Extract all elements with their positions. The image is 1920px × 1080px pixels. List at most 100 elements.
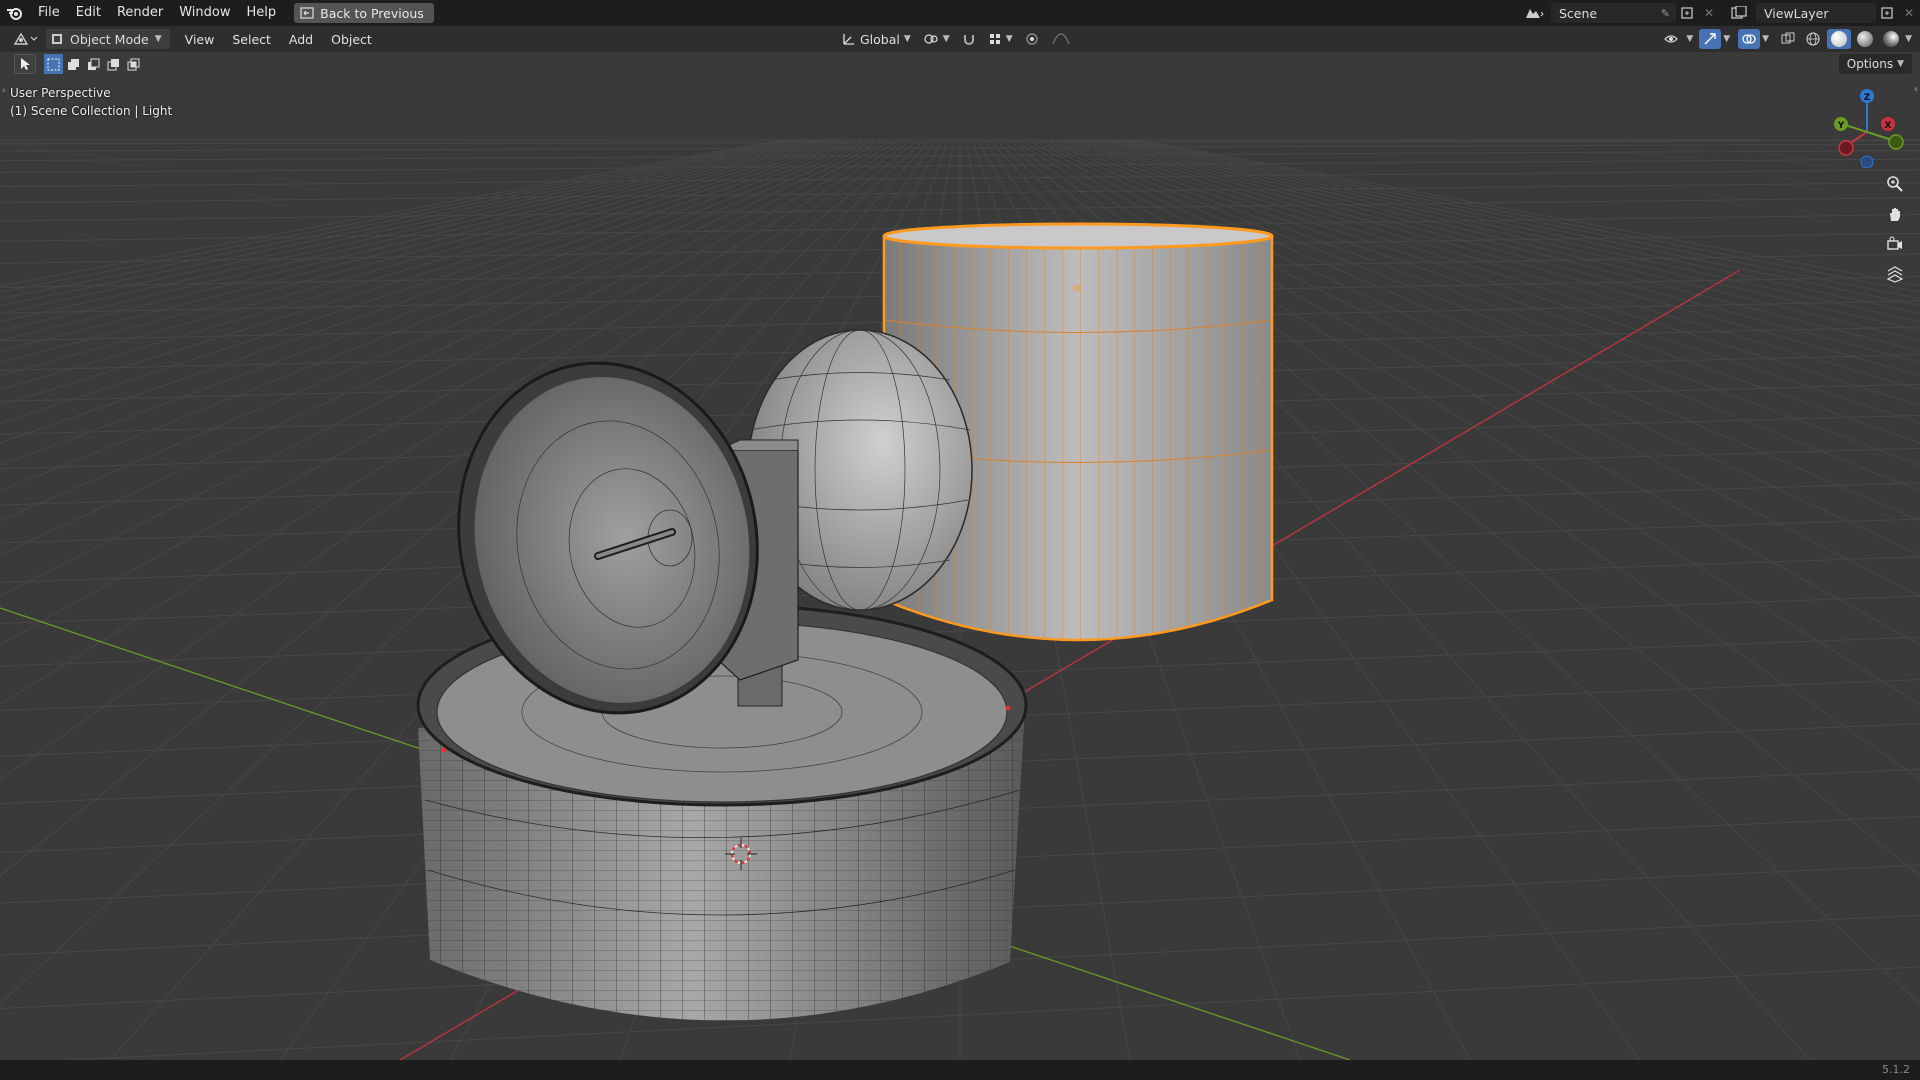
chevron-down-icon[interactable]: ▼ bbox=[1762, 34, 1769, 44]
tool-settings-row: Options ▼ bbox=[0, 52, 1920, 76]
xray-icon bbox=[1781, 32, 1795, 44]
select-intersect-icon bbox=[127, 58, 140, 70]
select-invert-icon bbox=[107, 58, 119, 70]
delete-scene-icon[interactable]: ✕ bbox=[1698, 3, 1720, 23]
screen-back-icon bbox=[300, 7, 314, 19]
chevron-down-icon: ▼ bbox=[154, 34, 162, 44]
menu-help[interactable]: Help bbox=[239, 0, 285, 26]
menu-window[interactable]: Window bbox=[171, 0, 238, 26]
gizmo-y-negative[interactable] bbox=[1888, 134, 1904, 150]
select-extend-icon bbox=[68, 58, 79, 70]
shading-material[interactable] bbox=[1853, 29, 1877, 49]
scene-name: Scene bbox=[1559, 5, 1598, 21]
gizmo-y-text: Y bbox=[1837, 121, 1845, 131]
chevron-down-icon: ▼ bbox=[903, 34, 911, 44]
perspective-label: User Perspective bbox=[10, 86, 111, 100]
selectability-visibility-dropdown[interactable]: ▼ bbox=[1660, 29, 1697, 49]
menu-edit[interactable]: Edit bbox=[68, 0, 109, 26]
select-extend-button[interactable] bbox=[64, 54, 83, 74]
object-mode-dropdown[interactable]: Object Mode ▼ bbox=[46, 29, 170, 49]
select-invert-button[interactable] bbox=[104, 54, 123, 74]
menu-view[interactable]: View bbox=[176, 32, 224, 47]
editor-type-icon[interactable] bbox=[8, 28, 44, 50]
snap-target-dropdown[interactable]: ▼ bbox=[984, 29, 1017, 49]
pan-hand-icon[interactable] bbox=[1882, 202, 1908, 226]
gizmo-icon bbox=[1704, 33, 1716, 45]
collection-label: (1) Scene Collection | Light bbox=[10, 104, 173, 118]
chevron-down-icon: ▼ bbox=[942, 34, 950, 44]
camera-view-icon[interactable] bbox=[1882, 232, 1908, 256]
gizmo-x-text: X bbox=[1885, 121, 1892, 131]
blender-logo-icon[interactable] bbox=[0, 0, 30, 26]
cursor-arrow-icon bbox=[21, 58, 30, 70]
select-new-button[interactable] bbox=[44, 54, 63, 74]
proportional-editing-toggle[interactable] bbox=[1021, 29, 1043, 49]
falloff-dropdown[interactable] bbox=[1047, 29, 1077, 49]
select-subtract-button[interactable] bbox=[84, 54, 103, 74]
view-layer-icon[interactable] bbox=[1728, 3, 1750, 23]
chevron-down-icon[interactable]: ▼ bbox=[1723, 34, 1730, 44]
wireframe-shading-icon bbox=[1806, 32, 1820, 46]
scene-selector-icon[interactable] bbox=[1523, 3, 1545, 23]
select-new-icon bbox=[47, 58, 60, 70]
eye-pointer-icon bbox=[1664, 35, 1679, 43]
snap-toggle[interactable] bbox=[958, 29, 980, 49]
snap-grid-icon bbox=[989, 34, 1000, 44]
new-scene-icon[interactable] bbox=[1676, 3, 1698, 23]
back-to-previous-button[interactable]: Back to Previous bbox=[294, 3, 434, 23]
orientation-label: Global bbox=[860, 31, 900, 47]
pin-icon[interactable]: ✎ bbox=[1661, 7, 1670, 20]
options-dropdown[interactable]: Options ▼ bbox=[1838, 54, 1912, 74]
menu-add[interactable]: Add bbox=[280, 32, 322, 47]
version-label: 5.1.2 bbox=[1882, 1063, 1910, 1076]
chevron-down-icon: ▼ bbox=[1897, 59, 1904, 69]
menu-render[interactable]: Render bbox=[109, 0, 171, 26]
scene-name-field[interactable]: Scene ✎ bbox=[1551, 3, 1676, 23]
menu-select[interactable]: Select bbox=[223, 32, 280, 47]
menu-file[interactable]: File bbox=[30, 0, 68, 26]
xray-toggle[interactable] bbox=[1777, 29, 1799, 49]
view-layer-field[interactable]: ViewLayer bbox=[1756, 3, 1876, 23]
transform-orientation-dropdown[interactable]: Global ▼ bbox=[838, 29, 915, 49]
new-view-layer-icon[interactable] bbox=[1876, 3, 1898, 23]
gizmo-toggle[interactable] bbox=[1699, 29, 1722, 49]
overlays-icon bbox=[1742, 34, 1756, 44]
view-layer-name: ViewLayer bbox=[1764, 5, 1829, 21]
base-drum-object[interactable] bbox=[416, 603, 1028, 1021]
pivot-icon bbox=[924, 34, 938, 44]
select-tool-button[interactable] bbox=[14, 54, 36, 74]
object-mode-label: Object Mode bbox=[70, 31, 149, 47]
select-intersect-button[interactable] bbox=[124, 54, 143, 74]
viewport-header: Object Mode ▼ View Select Add Object Glo… bbox=[0, 26, 1920, 52]
object-mode-icon bbox=[52, 34, 62, 44]
rendered-shading-icon bbox=[1883, 31, 1900, 47]
shading-solid[interactable] bbox=[1827, 29, 1852, 49]
falloff-curve-icon bbox=[1052, 33, 1070, 45]
navigation-gizmo[interactable]: Z X Y bbox=[1826, 86, 1908, 168]
magnet-icon bbox=[963, 35, 974, 45]
chevron-down-icon[interactable]: ▼ bbox=[1905, 34, 1912, 44]
proportional-icon bbox=[1026, 33, 1038, 45]
gizmo-z-text: Z bbox=[1864, 93, 1871, 103]
back-to-previous-label: Back to Previous bbox=[320, 5, 424, 21]
ortho-grid-icon[interactable] bbox=[1882, 262, 1908, 286]
chevron-down-icon: ▼ bbox=[1686, 34, 1694, 44]
shading-rendered[interactable] bbox=[1879, 29, 1903, 49]
menu-object[interactable]: Object bbox=[322, 32, 381, 47]
zoom-icon[interactable] bbox=[1882, 172, 1908, 196]
pivot-point-dropdown[interactable]: ▼ bbox=[919, 29, 954, 49]
gizmo-x-negative[interactable] bbox=[1838, 140, 1854, 156]
overlays-toggle[interactable] bbox=[1738, 29, 1761, 49]
top-bar: File Edit Render Window Help Back to Pre… bbox=[0, 0, 1920, 26]
select-subtract-icon bbox=[88, 58, 100, 70]
gizmo-z-negative[interactable] bbox=[1860, 155, 1874, 168]
selection-mode-group bbox=[44, 54, 143, 74]
3d-viewport[interactable]: User Perspective (1) Scene Collection | … bbox=[0, 52, 1920, 1060]
sidebar-toggle-icon[interactable]: ‹ bbox=[1914, 84, 1918, 95]
toolbar-expand-icon[interactable]: › bbox=[2, 86, 6, 96]
chevron-down-icon: ▼ bbox=[1005, 34, 1013, 44]
scene-canvas[interactable] bbox=[0, 52, 1920, 1060]
orientation-icon bbox=[843, 34, 854, 45]
shading-wireframe[interactable] bbox=[1801, 29, 1825, 49]
delete-view-layer-icon[interactable]: ✕ bbox=[1898, 3, 1920, 23]
